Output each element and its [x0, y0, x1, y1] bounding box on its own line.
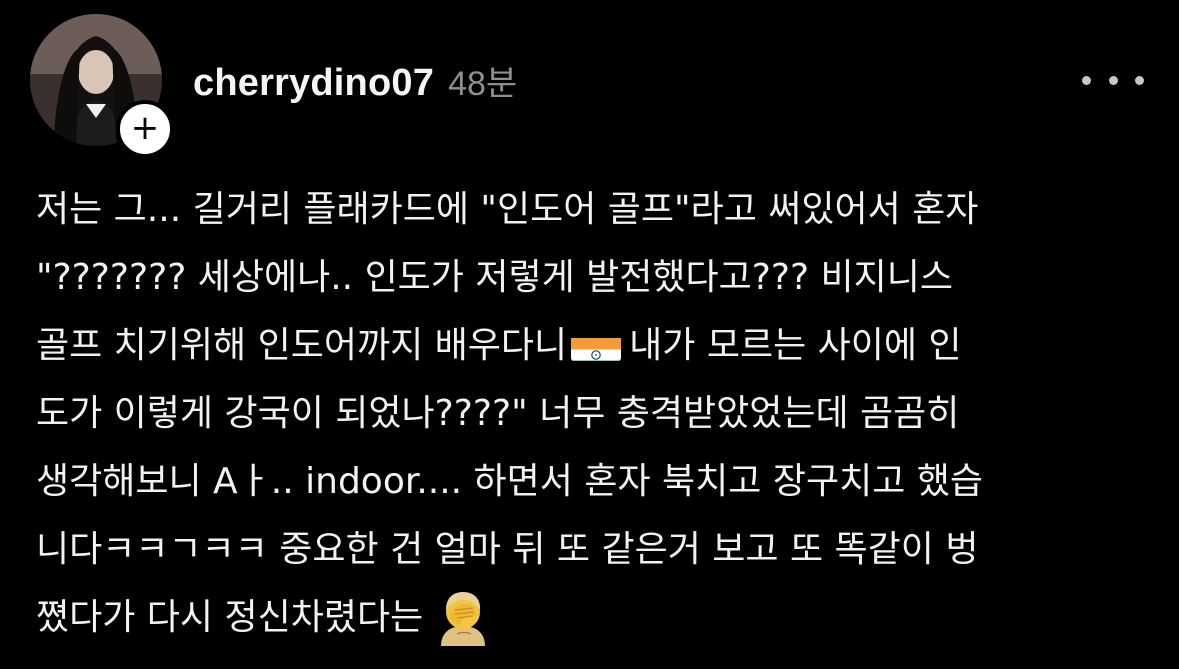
- post-line: 니다ㅋㅋㄱㅋㅋ 중요한 건 얼마 뒤 또 같은거 보고 또 똑같이 벙: [36, 516, 1156, 584]
- more-horizontal-icon-dot: [1135, 76, 1144, 85]
- more-horizontal-icon: [1082, 76, 1091, 85]
- avatar-container: +: [30, 14, 164, 148]
- post-body: 저는 그... 길거리 플래카드에 "인도어 골프"라고 써있어서 혼자 "??…: [36, 176, 1156, 652]
- post-line-segment: 내가 모르는 사이에 인: [629, 325, 961, 366]
- more-options-button[interactable]: [1082, 68, 1144, 92]
- post-line: 도가 이렇게 강국이 되었나????" 너무 충격받았었는데 곰곰히: [36, 380, 1156, 448]
- post-line: 쪘다가 다시 정신차렸다는: [36, 584, 1156, 652]
- post-time: 48분: [448, 56, 517, 105]
- thread-post: + cherrydino07 48분 저는 그... 길거리 플래카드에 "인도…: [0, 0, 1179, 629]
- username[interactable]: cherrydino07: [193, 62, 434, 105]
- post-line-segment: 골프 치기위해 인도어까지 배우다니: [36, 325, 567, 366]
- facepalm-emoji: [433, 586, 493, 646]
- post-line: "??????? 세상에나.. 인도가 저렇게 발전했다고??? 비지니스: [36, 244, 1156, 312]
- more-horizontal-icon-dot: [1109, 76, 1118, 85]
- post-header: cherrydino07 48분: [193, 56, 517, 106]
- post-line: 골프 치기위해 인도어까지 배우다니 내가 모르는 사이에 인: [36, 312, 1156, 380]
- post-line: 생각해보니 Aㅏ.. indoor.... 하면서 혼자 북치고 장구치고 했습: [36, 448, 1156, 516]
- plus-icon: +: [131, 111, 160, 145]
- follow-button[interactable]: +: [116, 100, 174, 158]
- post-line: 저는 그... 길거리 플래카드에 "인도어 골프"라고 써있어서 혼자: [36, 176, 1156, 244]
- post-line-segment: 쪘다가 다시 정신차렸다는: [36, 597, 423, 638]
- india-flag-emoji: [571, 327, 621, 361]
